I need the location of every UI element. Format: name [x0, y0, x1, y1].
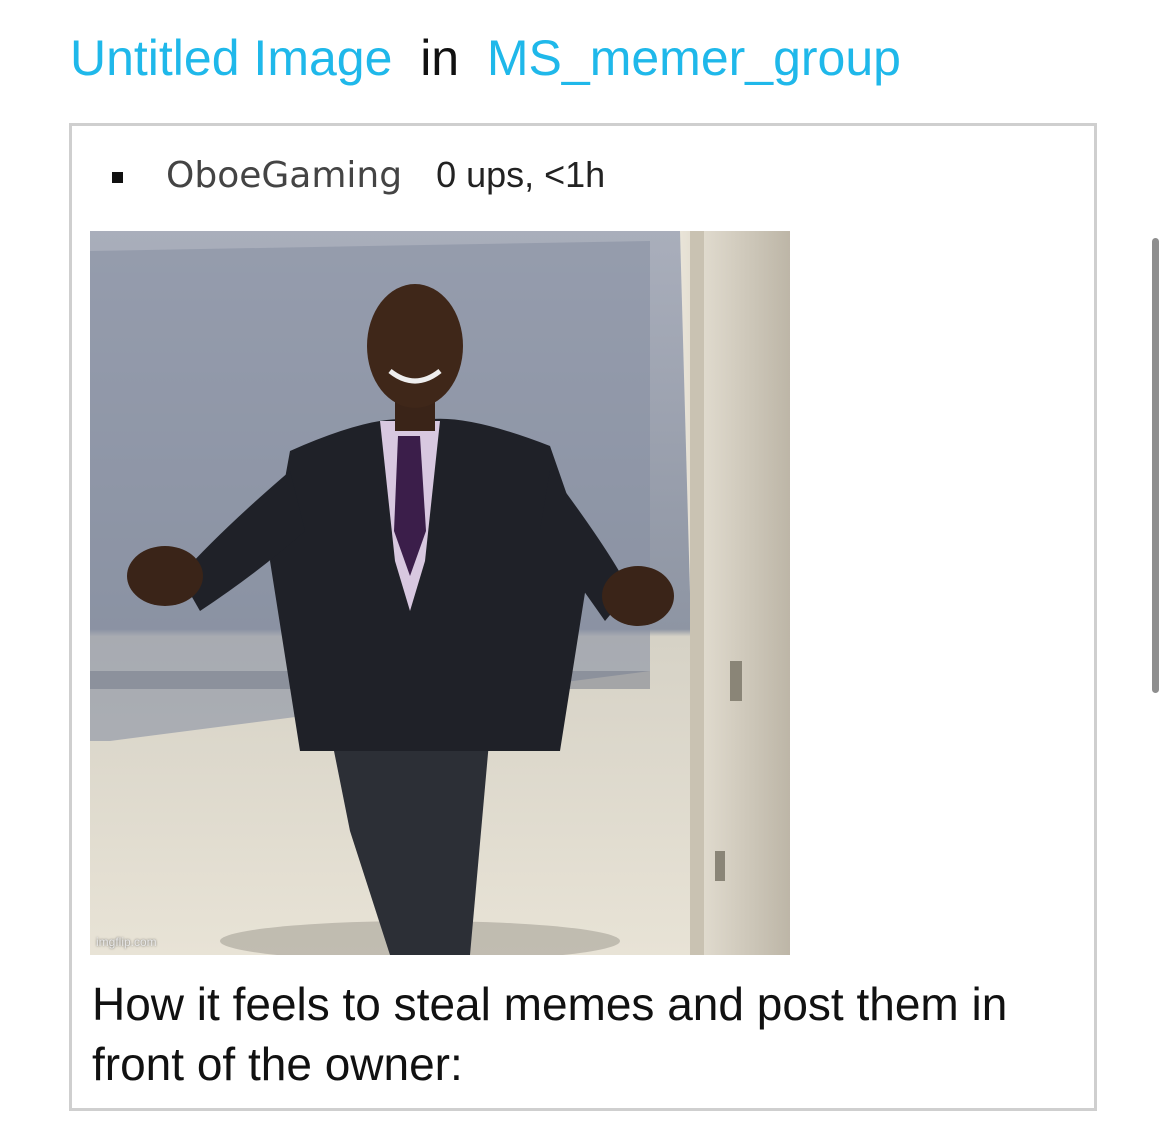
group-name-link[interactable]: MS_memer_group	[487, 30, 901, 86]
meme-caption: How it feels to steal memes and post the…	[92, 978, 1008, 1090]
bullet-icon	[112, 171, 123, 183]
meme-photo-icon	[90, 231, 790, 955]
page: Untitled Image in MS_memer_group OboeGam…	[0, 0, 1170, 1130]
meme-image[interactable]: imgflip.com	[90, 231, 790, 955]
post-stats: 0 ups, <1h	[436, 154, 606, 195]
image-title-link[interactable]: Untitled Image	[70, 30, 392, 86]
username-link[interactable]: OboeGaming	[166, 155, 402, 196]
page-header: Untitled Image in MS_memer_group	[70, 28, 901, 88]
scrollbar[interactable]	[1152, 238, 1159, 693]
watermark: imgflip.com	[96, 935, 157, 949]
header-connector: in	[406, 30, 473, 86]
comment-card: OboeGaming 0 ups, <1h imgflip.com How it…	[69, 123, 1097, 1111]
comment-meta: OboeGaming 0 ups, <1h	[112, 150, 605, 200]
